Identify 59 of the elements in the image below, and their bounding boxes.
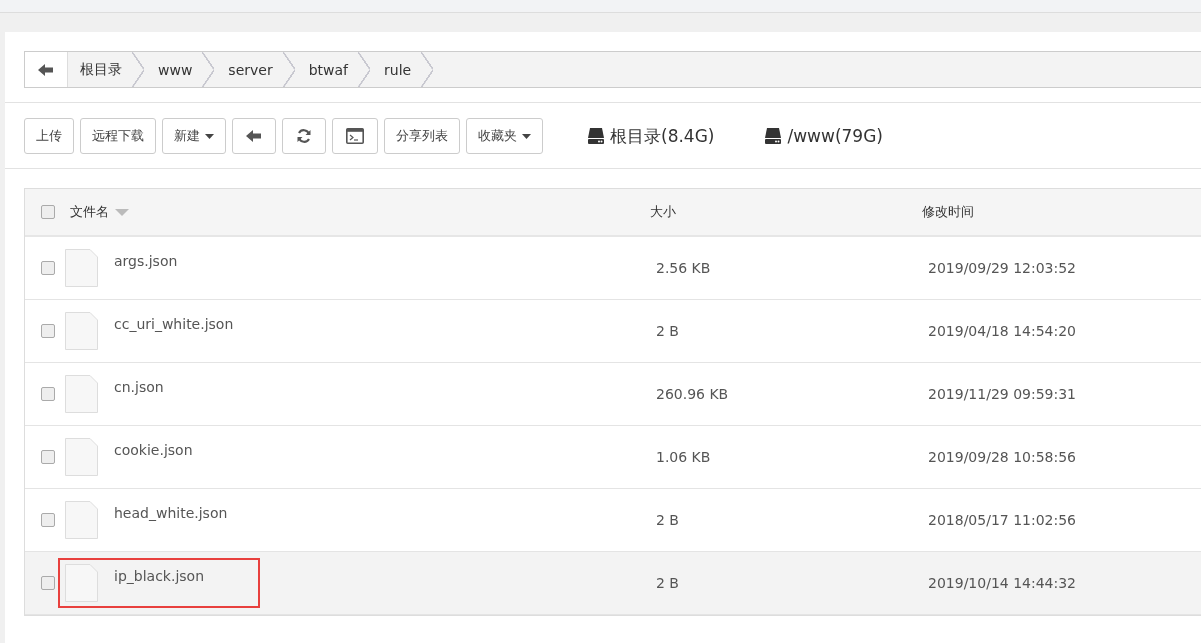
file-size: 2 B [656, 512, 679, 528]
file-size: 2.56 KB [656, 260, 711, 276]
file-size: 260.96 KB [656, 386, 729, 402]
file-name[interactable]: cookie.json [114, 442, 193, 458]
row-checkbox[interactable] [40, 576, 55, 590]
table-row[interactable]: args.json 2.56 KB 2019/09/29 12:03:52 [25, 237, 1201, 300]
hard-drive-icon [764, 128, 783, 144]
file-icon [65, 312, 98, 350]
modified-time: 2019/10/14 14:44:32 [928, 575, 1077, 591]
hard-drive-icon [587, 128, 605, 144]
back-arrow-icon [38, 62, 54, 77]
file-name[interactable]: cc_uri_white.json [114, 316, 234, 332]
file-size: 2 B [656, 323, 679, 339]
file-name[interactable]: head_white.json [114, 505, 228, 521]
file-size: 1.06 KB [656, 449, 711, 465]
refresh-icon [296, 128, 312, 144]
row-checkbox[interactable] [40, 324, 55, 338]
file-icon [65, 375, 98, 413]
file-name[interactable]: cn.json [114, 379, 164, 395]
row-checkbox[interactable] [40, 261, 55, 275]
file-icon [65, 438, 98, 476]
file-name[interactable]: args.json [114, 253, 178, 269]
terminal-button[interactable] [332, 118, 378, 154]
row-checkbox[interactable] [40, 387, 55, 401]
toolbar-button[interactable]: 分享列表 [384, 118, 460, 154]
dropdown-button[interactable]: 收藏夹 [466, 118, 543, 154]
modified-time: 2019/09/28 10:58:56 [928, 449, 1077, 465]
refresh-button[interactable] [282, 118, 326, 154]
modified-time: 2019/09/29 12:03:52 [928, 260, 1077, 276]
dropdown-button[interactable]: 新建 [162, 118, 226, 154]
column-header: 修改时间 [922, 204, 974, 219]
modified-time: 2019/04/18 14:54:20 [928, 323, 1077, 339]
table-row[interactable]: ip_black.json 2 B 2019/10/14 14:44:32 [25, 552, 1201, 615]
disk-link[interactable]: 根目录(8.4G) [587, 124, 715, 148]
back-arrow-icon [246, 129, 262, 143]
caret-icon [522, 133, 531, 139]
row-checkbox[interactable] [40, 513, 55, 527]
table-row[interactable]: cc_uri_white.json 2 B 2019/04/18 14:54:20 [25, 300, 1201, 363]
file-icon [65, 564, 98, 602]
disk-link[interactable]: /www(79G) [764, 124, 883, 148]
back-button[interactable] [25, 52, 68, 87]
table-row[interactable]: cn.json 260.96 KB 2019/11/29 09:59:31 [25, 363, 1201, 426]
terminal-icon [346, 128, 364, 144]
caret-icon [205, 133, 214, 139]
row-checkbox[interactable] [40, 450, 55, 464]
sort-caret-icon [115, 208, 129, 216]
back-button[interactable] [232, 118, 276, 154]
modified-time: 2019/11/29 09:59:31 [928, 386, 1077, 402]
modified-time: 2018/05/17 11:02:56 [928, 512, 1077, 528]
column-header: 大小 [650, 204, 676, 219]
toolbar-button[interactable]: 远程下载 [80, 118, 156, 154]
toolbar-button[interactable]: 上传 [24, 118, 74, 154]
file-name[interactable]: ip_black.json [114, 568, 204, 584]
file-icon [65, 501, 98, 539]
file-size: 2 B [656, 575, 679, 591]
table-row[interactable]: cookie.json 1.06 KB 2019/09/28 10:58:56 [25, 426, 1201, 489]
file-icon [65, 249, 98, 287]
column-header[interactable]: 文件名 [70, 203, 129, 221]
select-all-checkbox[interactable] [40, 205, 55, 219]
